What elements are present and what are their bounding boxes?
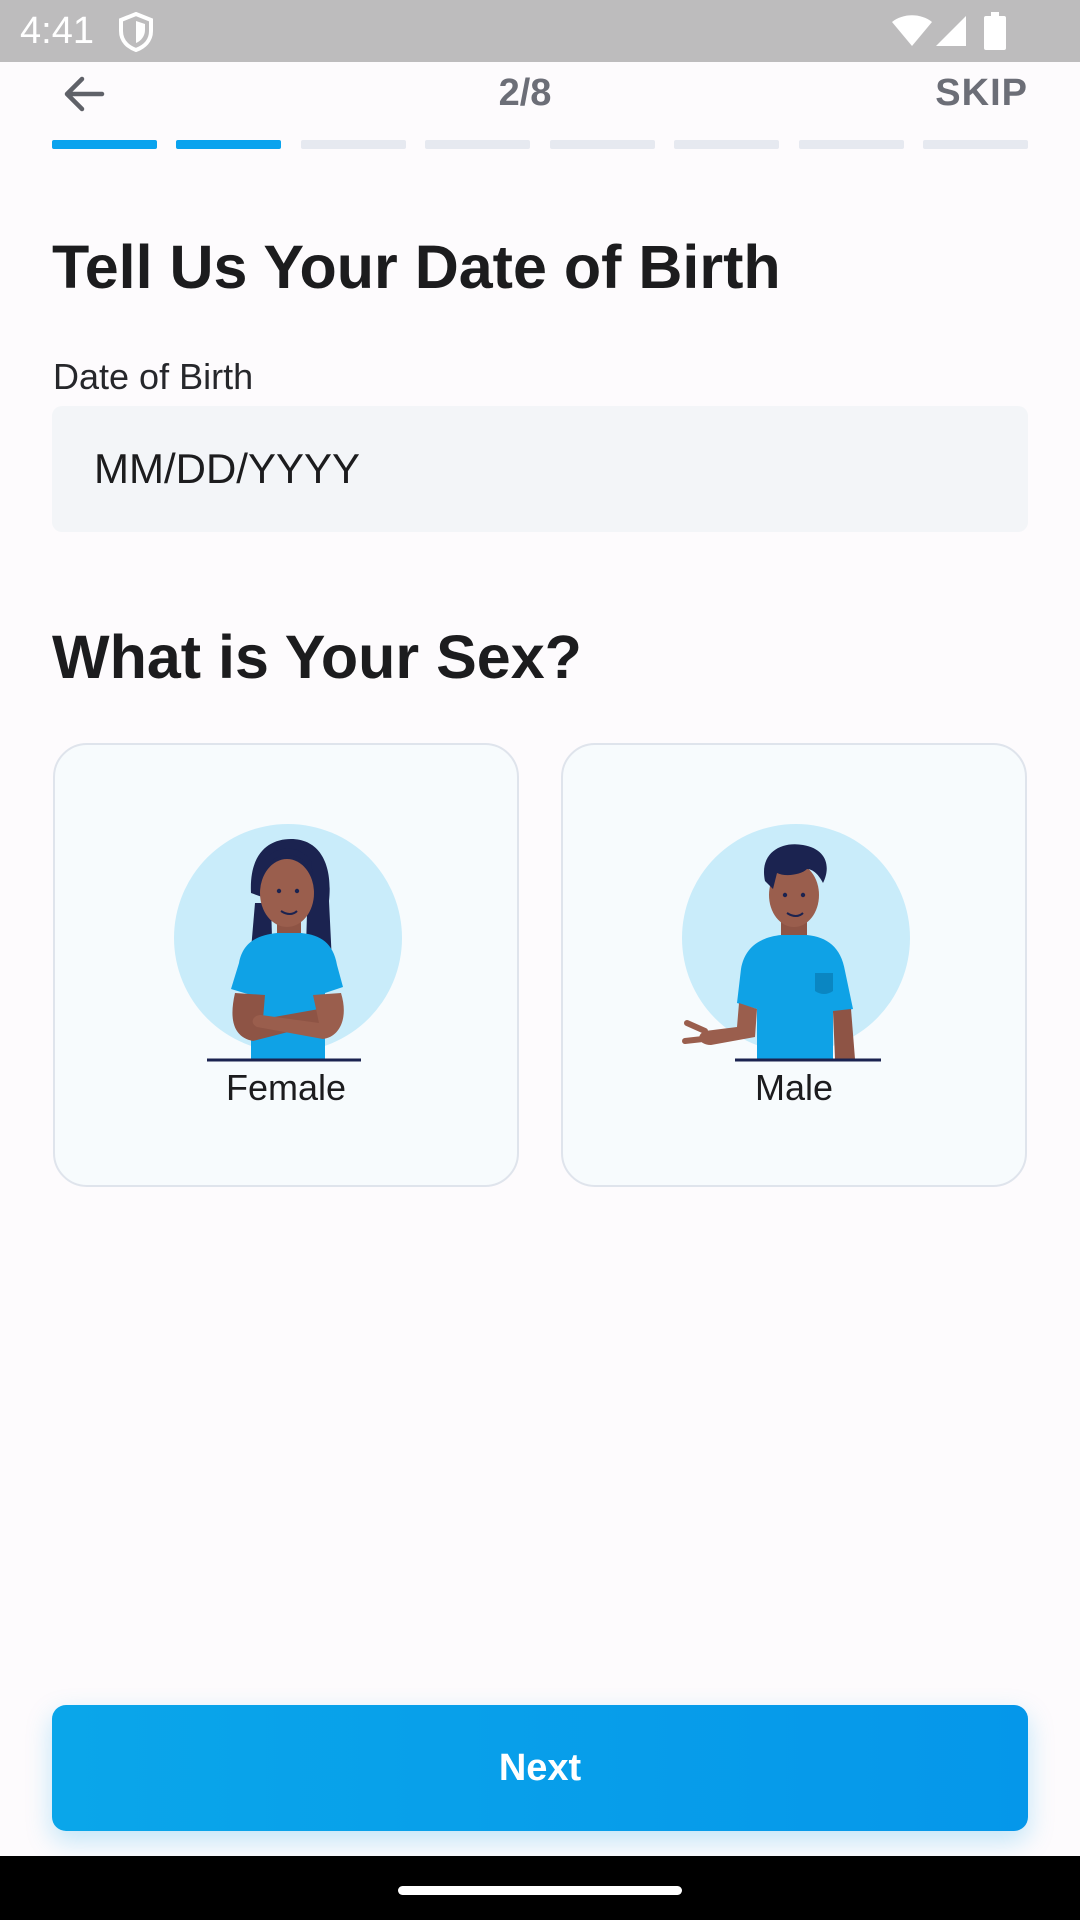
dob-heading: Tell Us Your Date of Birth (52, 233, 781, 301)
progress-segment (52, 140, 157, 149)
progress-segment (922, 140, 1028, 149)
progress-segment (798, 140, 904, 149)
progress-segment (674, 140, 780, 149)
progress-segment (176, 140, 282, 149)
dob-field-label: Date of Birth (53, 356, 254, 397)
arrow-left-icon (64, 76, 105, 112)
female-option-label: Female (225, 1067, 347, 1108)
progress-segment (300, 140, 406, 149)
dob-input[interactable] (52, 406, 1028, 532)
home-gesture-handle[interactable] (398, 1886, 682, 1895)
progress-segment (425, 140, 531, 149)
progress-bar (52, 140, 1028, 149)
female-avatar-illustration (174, 824, 402, 1062)
next-button[interactable]: Next (52, 1705, 1028, 1831)
signal-icon (936, 16, 966, 46)
male-option-label: Male (754, 1067, 834, 1108)
skip-button[interactable]: SKIP (935, 72, 1028, 115)
back-button[interactable] (52, 66, 116, 122)
wifi-icon (892, 15, 932, 46)
male-avatar-illustration (682, 824, 910, 1062)
battery-icon (984, 12, 1006, 50)
navigation-bar (0, 1856, 1080, 1920)
sex-heading: What is Your Sex? (52, 623, 582, 691)
step-counter: 2/8 (498, 72, 552, 114)
status-bar: 4:41 (0, 0, 1080, 62)
status-time: 4:41 (20, 10, 94, 52)
female-option-card[interactable]: Female (53, 743, 519, 1187)
male-option-card[interactable]: Male (561, 743, 1027, 1187)
progress-segment (549, 140, 655, 149)
shield-icon (119, 12, 153, 52)
